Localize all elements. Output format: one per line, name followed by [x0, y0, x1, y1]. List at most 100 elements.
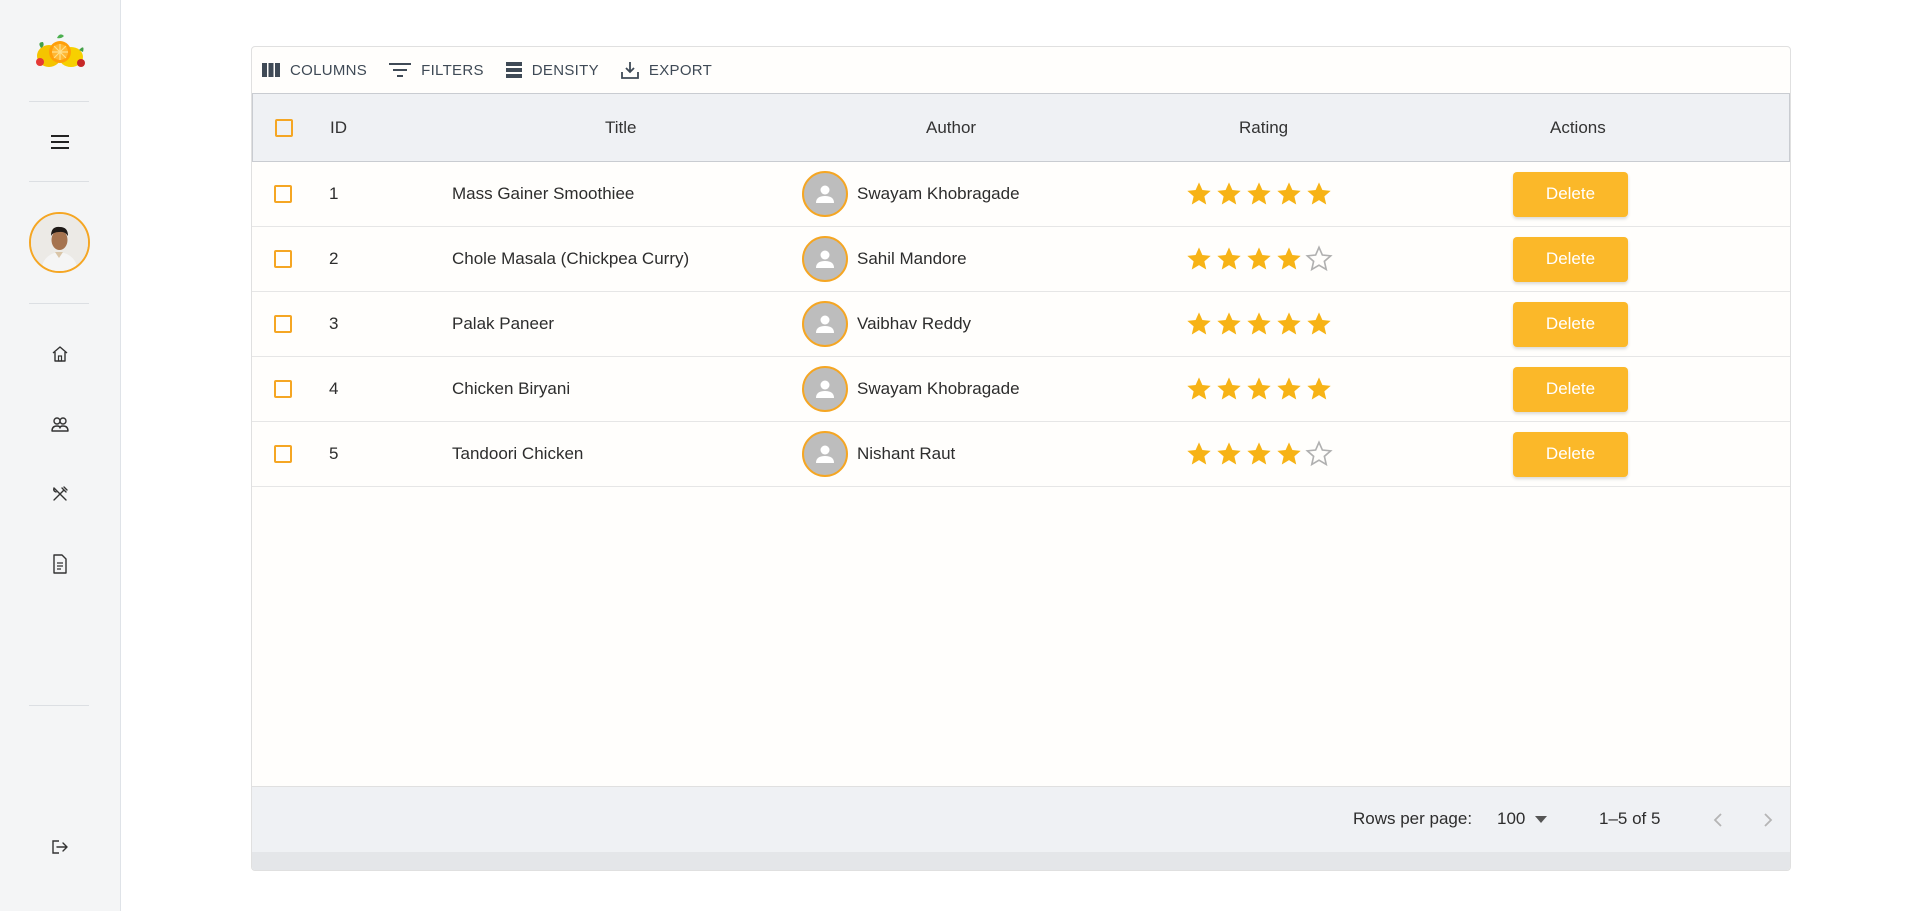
utensils-icon[interactable]: [46, 480, 74, 508]
rows-per-page-select[interactable]: 100: [1497, 809, 1548, 829]
star-filled-icon[interactable]: [1215, 440, 1243, 468]
app-logo[interactable]: [31, 30, 89, 74]
person-icon: [816, 380, 834, 398]
cell-actions: Delete: [1513, 227, 1628, 291]
cell-author: Vaibhav Reddy: [802, 292, 971, 356]
author-avatar: [802, 171, 848, 217]
cell-rating: [1185, 227, 1333, 291]
density-button[interactable]: DENSITY: [505, 55, 609, 85]
star-rating[interactable]: [1185, 440, 1333, 468]
columns-button[interactable]: COLUMNS: [262, 55, 377, 85]
star-filled-icon[interactable]: [1305, 310, 1333, 338]
header-author[interactable]: Author: [926, 94, 976, 161]
select-all-checkbox[interactable]: [275, 118, 293, 137]
header-id[interactable]: ID: [330, 94, 347, 161]
cell-author: Nishant Raut: [802, 422, 955, 486]
star-empty-icon[interactable]: [1305, 245, 1333, 273]
cell-rating: [1185, 162, 1333, 226]
star-filled-icon[interactable]: [1185, 180, 1213, 208]
star-filled-icon[interactable]: [1305, 375, 1333, 403]
caret-down-icon: [1535, 815, 1548, 823]
previous-page-button[interactable]: [1704, 806, 1732, 834]
cell-id: 1: [329, 184, 339, 203]
author-avatar: [802, 366, 848, 412]
filters-button[interactable]: FILTERS: [389, 55, 494, 85]
star-rating[interactable]: [1185, 375, 1333, 403]
header-title[interactable]: Title: [605, 94, 637, 161]
rows-per-page-value: 100: [1497, 809, 1526, 828]
users-icon[interactable]: [46, 410, 74, 438]
delete-button[interactable]: Delete: [1513, 366, 1628, 412]
star-filled-icon[interactable]: [1185, 245, 1213, 273]
star-filled-icon[interactable]: [1245, 375, 1273, 403]
star-filled-icon[interactable]: [1275, 375, 1303, 403]
star-filled-icon[interactable]: [1185, 375, 1213, 403]
user-avatar[interactable]: [29, 212, 90, 273]
delete-button[interactable]: Delete: [1513, 301, 1628, 347]
sidebar-divider: [29, 303, 89, 304]
horizontal-scrollbar[interactable]: [252, 852, 1790, 870]
cell-actions: Delete: [1513, 292, 1628, 356]
columns-icon: [262, 63, 280, 77]
cell-actions: Delete: [1513, 422, 1628, 486]
columns-label: COLUMNS: [290, 61, 368, 79]
delete-button[interactable]: Delete: [1513, 171, 1628, 217]
star-filled-icon[interactable]: [1215, 245, 1243, 273]
star-filled-icon[interactable]: [1305, 180, 1333, 208]
star-rating[interactable]: [1185, 180, 1333, 208]
author-name: Nishant Raut: [857, 444, 956, 463]
cell-title: Chole Masala (Chickpea Curry): [452, 249, 690, 268]
star-filled-icon[interactable]: [1245, 440, 1273, 468]
star-rating[interactable]: [1185, 245, 1333, 273]
cell-actions: Delete: [1513, 162, 1628, 226]
chevron-left-icon: [1713, 813, 1722, 827]
cell-title: Mass Gainer Smoothiee: [452, 184, 635, 203]
table-row[interactable]: 4 Chicken Biryani Swayam Khobragade Delete: [252, 357, 1790, 422]
person-icon: [816, 250, 834, 268]
author-name: Vaibhav Reddy: [857, 314, 972, 333]
document-icon[interactable]: [46, 550, 74, 578]
author-name: Sahil Mandore: [857, 249, 967, 268]
table-row[interactable]: 3 Palak Paneer Vaibhav Reddy Delete: [252, 292, 1790, 357]
star-filled-icon[interactable]: [1215, 310, 1243, 338]
export-button[interactable]: EXPORT: [621, 55, 722, 85]
star-filled-icon[interactable]: [1275, 440, 1303, 468]
download-icon: [621, 62, 639, 79]
table-row[interactable]: 5 Tandoori Chicken Nishant Raut Delete: [252, 422, 1790, 487]
cell-rating: [1185, 357, 1333, 421]
star-filled-icon[interactable]: [1245, 310, 1273, 338]
density-icon: [505, 62, 522, 78]
table-row[interactable]: 1 Mass Gainer Smoothiee Swayam Khobragade D…: [252, 162, 1790, 227]
row-checkbox[interactable]: [274, 250, 292, 268]
star-filled-icon[interactable]: [1185, 310, 1213, 338]
delete-button[interactable]: Delete: [1513, 236, 1628, 282]
row-checkbox[interactable]: [274, 185, 292, 203]
next-page-button[interactable]: [1754, 806, 1782, 834]
star-filled-icon[interactable]: [1185, 440, 1213, 468]
header-actions[interactable]: Actions: [1550, 94, 1606, 161]
row-checkbox[interactable]: [274, 445, 292, 463]
logout-icon[interactable]: [46, 833, 74, 861]
star-filled-icon[interactable]: [1245, 180, 1273, 208]
star-rating[interactable]: [1185, 310, 1333, 338]
star-filled-icon[interactable]: [1275, 245, 1303, 273]
filter-icon: [389, 63, 412, 77]
row-checkbox[interactable]: [274, 380, 292, 398]
star-filled-icon[interactable]: [1215, 180, 1243, 208]
star-empty-icon[interactable]: [1305, 440, 1333, 468]
hamburger-menu-icon[interactable]: [46, 128, 74, 156]
header-rating[interactable]: Rating: [1239, 94, 1288, 161]
export-label: EXPORT: [648, 61, 713, 79]
star-filled-icon[interactable]: [1275, 180, 1303, 208]
star-filled-icon[interactable]: [1275, 310, 1303, 338]
home-icon[interactable]: [46, 340, 74, 368]
pagination-range: 1–5 of 5: [1599, 809, 1661, 828]
author-avatar: [802, 236, 848, 282]
cell-title: Palak Paneer: [452, 314, 555, 333]
delete-button[interactable]: Delete: [1513, 431, 1628, 477]
table-row[interactable]: 2 Chole Masala (Chickpea Curry) Sahil Mand…: [252, 227, 1790, 292]
star-filled-icon[interactable]: [1215, 375, 1243, 403]
row-checkbox[interactable]: [274, 315, 292, 333]
cell-title: Chicken Biryani: [452, 379, 571, 398]
star-filled-icon[interactable]: [1245, 245, 1273, 273]
